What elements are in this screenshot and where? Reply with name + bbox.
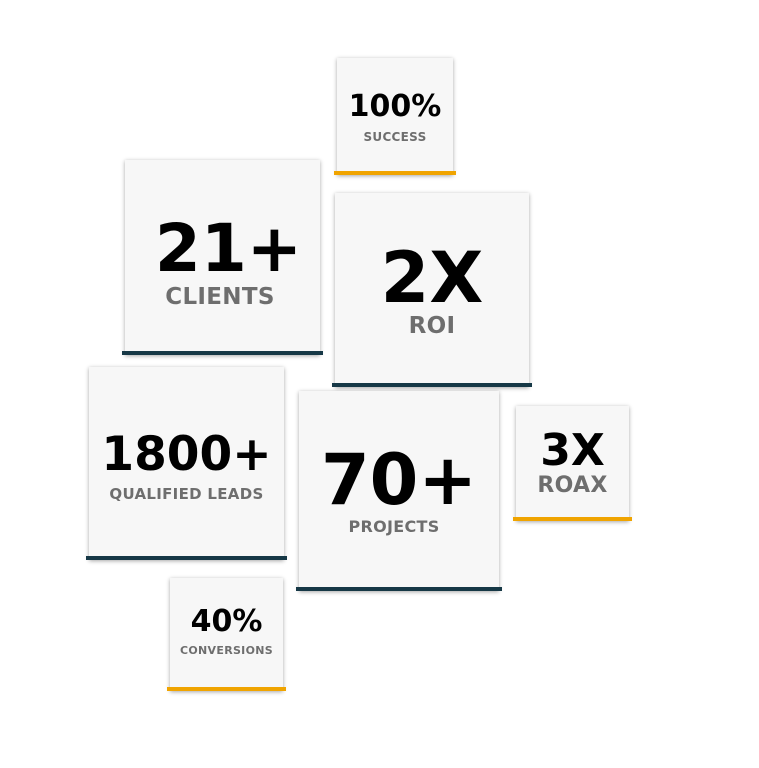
stat-label: CLIENTS — [165, 284, 275, 310]
stat-value: 70+ — [320, 439, 478, 521]
stat-card-roi: 2X ROI — [332, 193, 532, 387]
accent-bar — [334, 171, 456, 175]
stat-value: 1800+ — [101, 427, 272, 482]
stat-value: 21+ — [154, 210, 303, 287]
stat-label: PROJECTS — [348, 517, 440, 536]
stat-value: 100% — [348, 89, 442, 124]
accent-bar — [122, 351, 323, 355]
stat-label: CONVERSIONS — [180, 644, 273, 657]
stat-card-qualified-leads: 1800+ QUALIFIED LEADS — [86, 367, 287, 560]
stat-card-clients: 21+ CLIENTS — [122, 160, 323, 355]
accent-bar — [296, 587, 502, 591]
stat-card-conversions: 40% CONVERSIONS — [167, 578, 286, 691]
accent-bar — [86, 556, 287, 560]
stat-value: 40% — [190, 604, 263, 639]
stat-card-projects: 70+ PROJECTS — [296, 391, 502, 591]
stat-label: QUALIFIED LEADS — [109, 485, 264, 503]
stat-value: 3X — [540, 425, 605, 476]
stat-card-success: 100% SUCCESS — [334, 58, 456, 175]
accent-bar — [332, 383, 532, 387]
stat-label: ROAX — [537, 473, 608, 498]
stat-value: 2X — [380, 237, 484, 319]
stat-label: SUCCESS — [363, 130, 427, 144]
stat-label: ROI — [408, 313, 456, 339]
accent-bar — [513, 517, 632, 521]
stat-card-roax: 3X ROAX — [513, 406, 632, 521]
accent-bar — [167, 687, 286, 691]
